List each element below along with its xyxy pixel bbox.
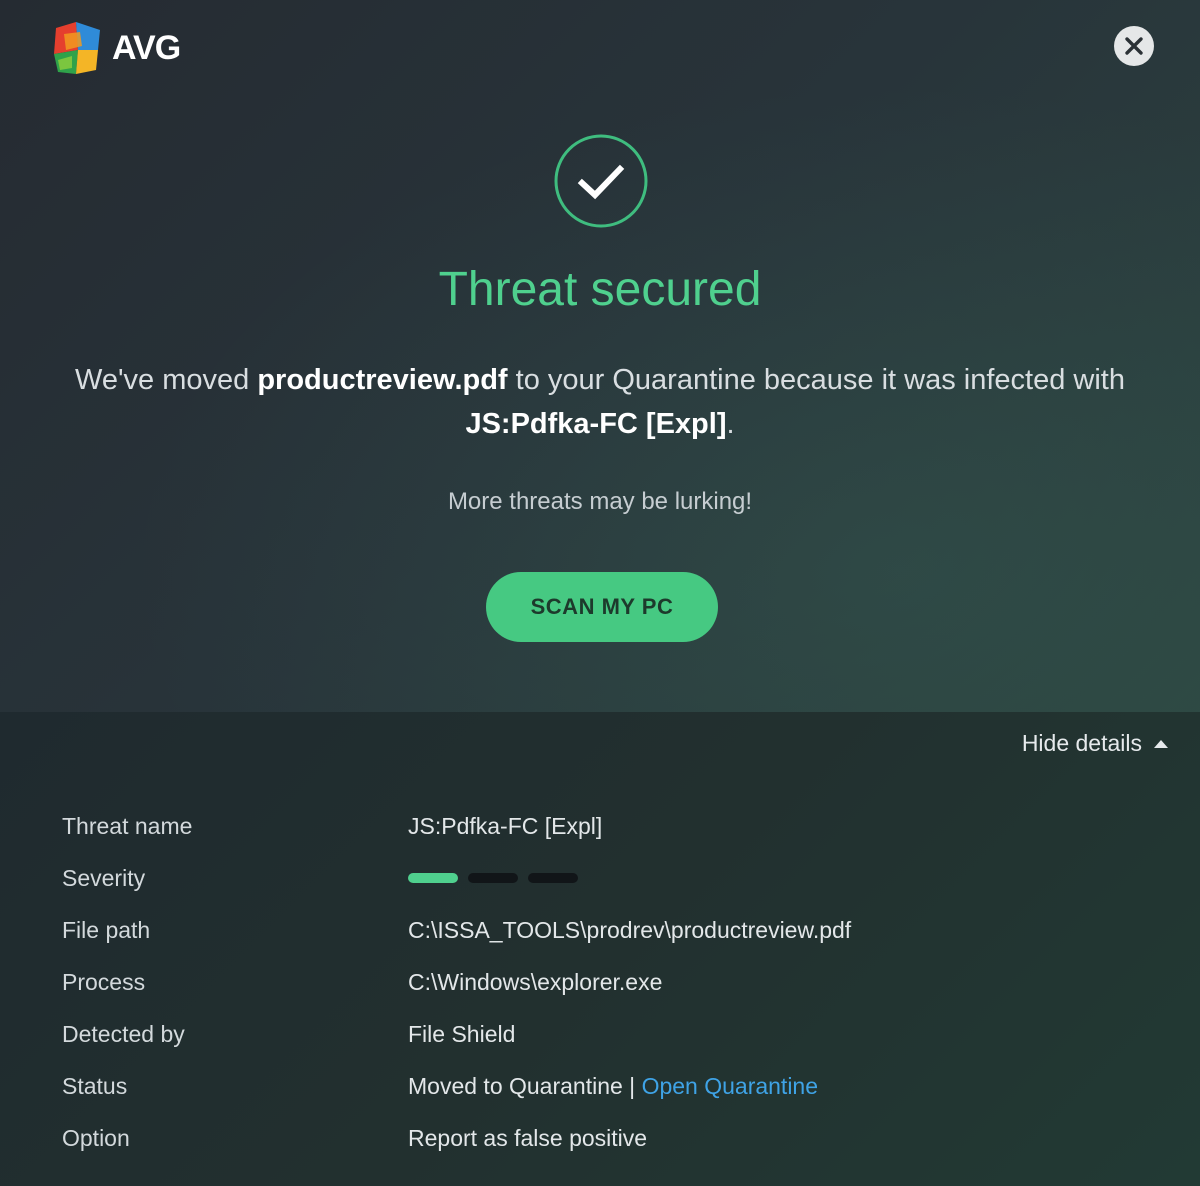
logo-text: AVG	[112, 28, 181, 67]
scan-my-pc-button[interactable]: SCAN MY PC	[486, 572, 718, 642]
page-title: Threat secured	[438, 263, 762, 316]
threat-secured-window: AVG Threat secured We've moved productre…	[0, 0, 1200, 1186]
severity-indicator	[408, 873, 578, 883]
detail-value: JS:Pdfka-FC [Expl]	[408, 812, 603, 839]
detail-value: C:\Windows\explorer.exe	[408, 968, 663, 995]
triangle-up-icon	[1154, 739, 1168, 748]
detail-label: Severity	[62, 864, 146, 891]
app-logo: AVG	[50, 20, 181, 76]
hide-details-label: Hide details	[1021, 730, 1142, 756]
detail-row-status: Status Moved to Quarantine | Open Quaran…	[62, 1060, 1162, 1112]
status-separator: |	[622, 1072, 642, 1099]
detail-value: File Shield	[408, 1020, 516, 1047]
check-circle-icon	[553, 133, 649, 229]
close-button[interactable]	[1114, 26, 1154, 66]
detail-row-detected-by: Detected by File Shield	[62, 1008, 1162, 1060]
open-quarantine-link[interactable]: Open Quarantine	[642, 1073, 818, 1099]
detail-label: Process	[62, 968, 146, 995]
detail-row-process: Process C:\Windows\explorer.exe	[62, 956, 1162, 1008]
severity-bar	[408, 873, 458, 883]
detail-row-option: Option Report as false positive	[62, 1112, 1162, 1164]
threat-details-table: Threat name JS:Pdfka-FC [Expl] Severity …	[62, 800, 1162, 1164]
message-prefix: We've moved	[75, 364, 258, 396]
detail-row-severity: Severity	[62, 852, 1162, 904]
report-false-positive-link[interactable]: Report as false positive	[408, 1125, 647, 1152]
message-suffix: .	[726, 408, 735, 440]
message-middle: to your Quarantine because it was infect…	[507, 364, 1125, 396]
detail-value: C:\ISSA_TOOLS\prodrev\productreview.pdf	[408, 916, 852, 943]
close-icon	[1125, 37, 1143, 55]
detail-row-threat-name: Threat name JS:Pdfka-FC [Expl]	[62, 800, 1162, 852]
lurking-warning: More threats may be lurking!	[447, 488, 753, 515]
detail-label: Threat name	[62, 812, 193, 839]
threat-message: We've moved productreview.pdf to your Qu…	[60, 358, 1140, 446]
severity-bar	[528, 873, 578, 883]
avg-logo-icon	[50, 20, 106, 76]
file-name: productreview.pdf	[257, 364, 508, 396]
detail-label: Status	[62, 1072, 128, 1099]
detail-label: Option	[62, 1124, 130, 1151]
detail-row-file-path: File path C:\ISSA_TOOLS\prodrev\productr…	[62, 904, 1162, 956]
detail-label: Detected by	[62, 1020, 185, 1047]
severity-bar	[468, 873, 518, 883]
detail-value: Moved to Quarantine | Open Quarantine	[408, 1073, 818, 1100]
status-text: Moved to Quarantine	[408, 1072, 623, 1099]
detail-label: File path	[62, 916, 151, 943]
threat-name: JS:Pdfka-FC [Expl]	[465, 408, 727, 440]
hide-details-toggle[interactable]: Hide details	[1022, 730, 1168, 757]
